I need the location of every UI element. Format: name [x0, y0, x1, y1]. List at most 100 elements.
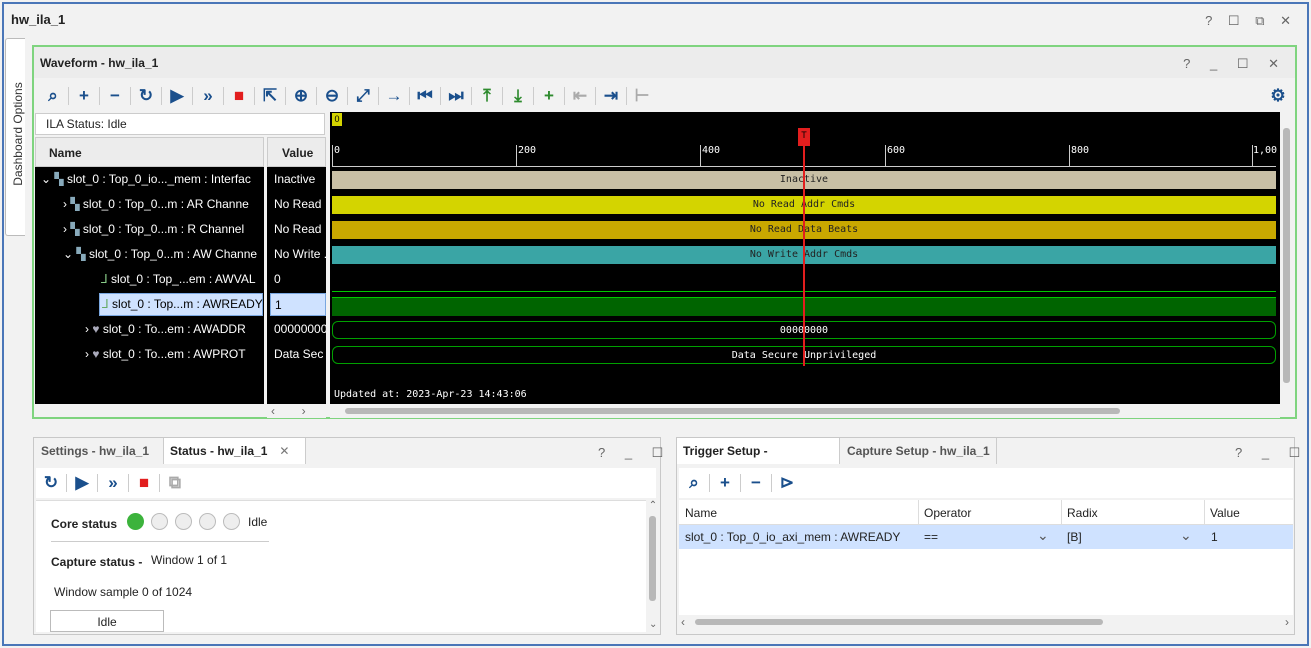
dashboard-options-tab[interactable]: Dashboard Options	[5, 38, 25, 236]
name-column-header[interactable]: Name	[35, 137, 264, 167]
core-status-led	[223, 513, 240, 530]
capture-status-label: Capture status -	[51, 555, 143, 569]
core-status-led-active	[127, 513, 144, 530]
zoom-out-icon[interactable]: ⊖	[317, 84, 347, 108]
run-immediate-icon[interactable]: »	[193, 84, 223, 108]
tick-label: 0	[334, 145, 341, 156]
next-marker-icon[interactable]: ⇥	[596, 84, 626, 108]
ruler-tick	[332, 145, 333, 166]
value-scroll[interactable]: ‹ ›	[267, 404, 326, 418]
idle-status-box: Idle	[50, 610, 164, 632]
close-icon[interactable]: ✕	[279, 444, 289, 458]
tab-trigger-setup[interactable]: Trigger Setup - hw_ila_1✕	[677, 438, 840, 484]
signal-icon: ⅃	[101, 272, 108, 286]
signal-row-r[interactable]: › ▚ slot_0 : Top_0...m : R Channel	[35, 217, 265, 242]
remove-probe-icon[interactable]: −	[741, 471, 771, 495]
col-name-header[interactable]: Name	[685, 506, 717, 520]
signal-value: Data Sec	[274, 347, 324, 361]
signal-row-interface[interactable]: ⌄ ▚ slot_0 : Top_0_io..._mem : Interfac	[35, 167, 265, 192]
add-probe-icon[interactable]: +	[710, 471, 740, 495]
tab-capture-setup[interactable]: Capture Setup - hw_ila_1	[841, 438, 997, 464]
trigger-condition-icon[interactable]: ⊳	[772, 471, 802, 495]
trigger-marker[interactable]: T	[798, 128, 810, 146]
signal-row-awprot[interactable]: › ♥ slot_0 : To...em : AWPROT	[35, 342, 265, 367]
search-icon[interactable]: ⌕	[679, 471, 709, 495]
signal-row-ar[interactable]: › ▚ slot_0 : Top_0...m : AR Channe	[35, 192, 265, 217]
window-controls[interactable]: ? ☐ ⧉ ✕	[1205, 13, 1297, 29]
marker-zero[interactable]: 0	[332, 113, 342, 126]
trigger-probe-name: slot_0 : Top_0_io_axi_mem : AWREADY	[685, 530, 901, 544]
auto-rearm-icon[interactable]: ↻	[131, 84, 161, 108]
waveform-toolbar: ⌕ + − ↻ ▶ » ■ ⇱ ⊕ ⊖ ⤢ → ⏮ ⏭ ⤒ ⤓ + ⇤ ⇥ ⊢ …	[38, 81, 1293, 111]
zoom-fit-icon[interactable]: ⤢	[348, 84, 378, 108]
signal-value: No Read	[274, 222, 322, 236]
previous-marker-icon: ⇤	[572, 86, 588, 105]
export-icon[interactable]: ⇱	[255, 84, 285, 108]
col-divider	[1204, 500, 1205, 525]
stop-icon[interactable]: ■	[129, 471, 159, 495]
col-value-header[interactable]: Value	[1210, 506, 1240, 520]
col-operator-header[interactable]: Operator	[924, 506, 971, 520]
chevron-down-icon[interactable]: ⌄	[1180, 527, 1192, 544]
signal-value: No Read	[274, 197, 322, 211]
signal-value: Inactive	[274, 172, 316, 186]
chevron-down-icon[interactable]: ⌄	[1037, 527, 1049, 544]
channel-icon: ▚	[70, 197, 80, 211]
signal-row-awready[interactable]: ⅃ slot_0 : Top...m : AWREADY	[35, 292, 265, 317]
radix-select[interactable]: [B]	[1067, 530, 1082, 544]
status-scrollbar[interactable]: ⌃ ⌄	[646, 500, 660, 632]
zoom-in-icon[interactable]: ⊕	[286, 84, 316, 108]
trigger-panel-controls[interactable]: ? _ ☐	[1235, 445, 1308, 461]
run-trigger-icon[interactable]: ▶	[67, 471, 97, 495]
signal-value: 00000000	[274, 322, 326, 336]
settings-gear-icon[interactable]: ⚙	[1263, 84, 1293, 108]
waveform-controls[interactable]: ? _ ☐ ✕	[1183, 56, 1287, 72]
go-to-start-icon[interactable]: ⏮	[410, 84, 440, 108]
ruler-tick	[700, 145, 701, 166]
go-to-end-icon[interactable]: ⏭	[441, 84, 471, 108]
go-to-cursor-icon[interactable]: →	[379, 84, 409, 108]
tick-label: 800	[1071, 145, 1090, 156]
ruler-tick	[1069, 145, 1070, 166]
trigger-value[interactable]: 1	[1211, 530, 1218, 544]
col-radix-header[interactable]: Radix	[1067, 506, 1098, 520]
horizontal-scrollbar[interactable]	[330, 404, 1280, 418]
signal-row-awvalid[interactable]: ⅃ slot_0 : Top_...em : AWVAL	[35, 267, 265, 292]
trigger-cursor[interactable]	[803, 130, 805, 366]
auto-rearm-icon[interactable]: ↻	[36, 471, 66, 495]
next-transition-icon[interactable]: ⤓	[503, 84, 533, 108]
tick-label: 200	[518, 145, 537, 156]
tick-label: 400	[702, 145, 721, 156]
trigger-table-body	[679, 549, 1293, 615]
col-divider	[918, 500, 919, 525]
vertical-scrollbar[interactable]	[1280, 112, 1294, 404]
signal-row-awaddr[interactable]: › ♥ slot_0 : To...em : AWADDR	[35, 317, 265, 342]
run-trigger-icon[interactable]: ▶	[162, 84, 192, 108]
add-icon[interactable]: +	[69, 84, 99, 108]
status-panel-controls[interactable]: ? _ ☐	[598, 445, 671, 461]
tick-label: 600	[887, 145, 906, 156]
add-marker-icon[interactable]: +	[534, 84, 564, 108]
ruler-tick	[1252, 145, 1253, 166]
signal-value: No Write .	[274, 247, 326, 261]
previous-transition-icon[interactable]: ⤒	[472, 84, 502, 108]
value-column-header[interactable]: Value	[267, 137, 326, 167]
run-immediate-icon[interactable]: »	[98, 471, 128, 495]
bus-icon: ♥	[92, 347, 100, 361]
trigger-hscrollbar[interactable]: ‹ ›	[679, 615, 1293, 630]
signal-icon: ⅃	[102, 297, 109, 311]
ila-status: ILA Status: Idle	[35, 113, 325, 135]
col-divider	[1061, 500, 1062, 525]
remove-icon[interactable]: −	[100, 84, 130, 108]
stop-icon[interactable]: ■	[224, 84, 254, 108]
operator-select[interactable]: ==	[924, 530, 938, 544]
core-status-led	[199, 513, 216, 530]
signal-row-aw[interactable]: ⌄ ▚ slot_0 : Top_0...m : AW Channe	[35, 242, 265, 267]
tab-status[interactable]: Status - hw_ila_1 ✕	[163, 438, 306, 464]
ruler-tick	[516, 145, 517, 166]
channel-icon: ▚	[76, 247, 86, 261]
search-icon[interactable]: ⌕	[38, 84, 68, 108]
trigger-table-header	[679, 500, 1293, 525]
tick-label: 1,00	[1253, 145, 1278, 156]
tab-settings[interactable]: Settings - hw_ila_1	[35, 438, 155, 464]
